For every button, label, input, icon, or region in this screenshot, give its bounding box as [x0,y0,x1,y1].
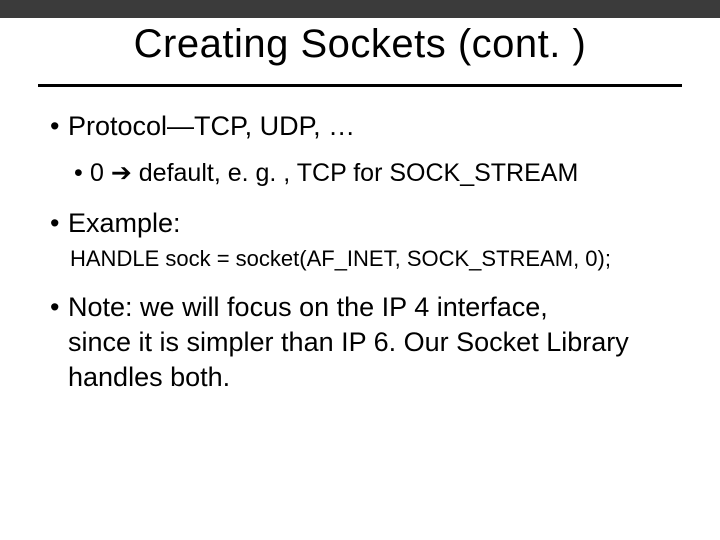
bullet-example-text: Example: [68,208,181,238]
arrow-right-icon: ➔ [111,159,132,187]
note-text-rest: since it is simpler than IP 6. Our Socke… [68,325,680,395]
example-code: HANDLE sock = socket(AF_INET, SOCK_STREA… [70,245,680,273]
top-bar [0,0,720,18]
title-underline [38,84,682,87]
note-label: Note: [68,292,133,322]
bullet-dot-icon: • [50,207,68,241]
bullet-protocol-text: Protocol—TCP, UDP, … [68,111,355,141]
bullet-protocol: •Protocol—TCP, UDP, … [50,110,680,144]
slide-body: •Protocol—TCP, UDP, … •0 ➔ default, e. g… [50,110,680,396]
bullet-dot-icon: • [74,158,90,189]
bullet-example: •Example: [50,207,680,241]
bullet-dot-icon: • [50,110,68,144]
sub-bullet-zero: •0 ➔ default, e. g. , TCP for SOCK_STREA… [74,158,680,189]
bullet-dot-icon: • [50,290,68,325]
sub-bullet-zero-text: default, e. g. , TCP for SOCK_STREAM [132,159,578,187]
sub-bullet-zero-num: 0 [90,159,104,187]
slide-title: Creating Sockets (cont. ) [0,22,720,67]
bullet-note: •Note: we will focus on the IP 4 interfa… [50,290,680,395]
note-text-line1: we will focus on the IP 4 interface, [133,292,548,322]
slide: Creating Sockets (cont. ) •Protocol—TCP,… [0,0,720,540]
